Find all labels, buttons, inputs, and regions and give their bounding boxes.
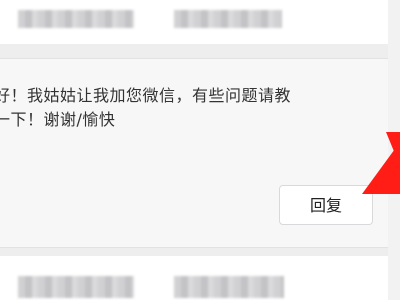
chat-screenshot-crop: 好！我姑姑让我加您微信，有些问题请教 一下！谢谢/愉快 回复 [0, 0, 400, 300]
blurred-user-info-top [0, 0, 388, 44]
blurred-name-bottom-left [18, 276, 134, 298]
blurred-name-right [174, 10, 282, 28]
blurred-name-left [18, 10, 134, 28]
message-line-2: 一下！谢谢/愉快 [0, 110, 116, 129]
blurred-user-info-bottom [0, 256, 388, 300]
message-text: 好！我姑姑让我加您微信，有些问题请教 一下！谢谢/愉快 [0, 84, 375, 132]
blurred-name-bottom-right [174, 276, 284, 298]
message-line-1: 好！我姑姑让我加您微信，有些问题请教 [0, 86, 292, 105]
reply-button[interactable]: 回复 [279, 185, 373, 225]
red-arrow-icon [362, 132, 400, 194]
